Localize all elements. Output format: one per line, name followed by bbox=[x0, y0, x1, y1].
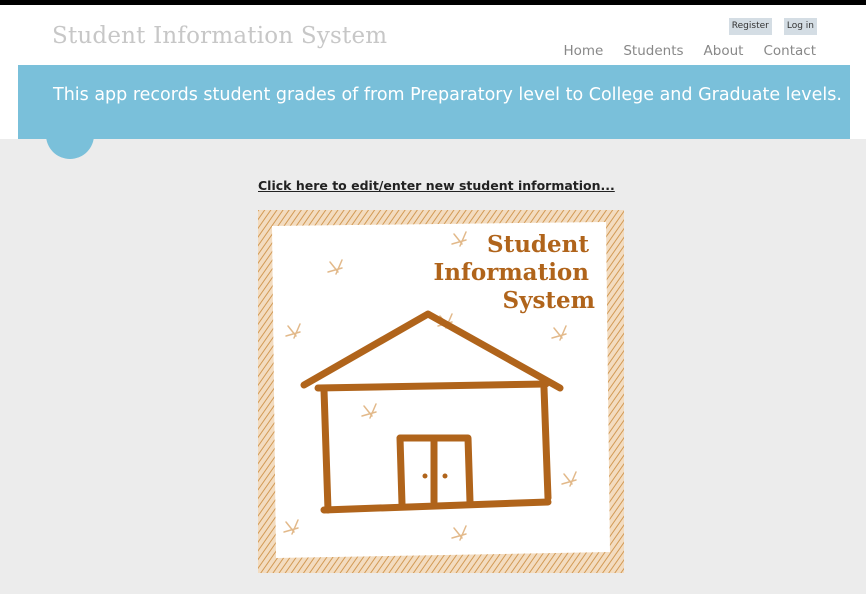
nav-about[interactable]: About bbox=[704, 43, 744, 59]
house-left-wall bbox=[320, 386, 332, 514]
site-title[interactable]: Student Information System bbox=[52, 23, 387, 49]
auth-links: Register Log in bbox=[728, 18, 817, 35]
featured-banner: This app records student grades of from … bbox=[18, 65, 850, 139]
edit-student-link[interactable]: Click here to edit/enter new student inf… bbox=[258, 178, 615, 193]
house-right-wall bbox=[540, 384, 552, 502]
student-information-system-logo: Student Information System bbox=[258, 210, 624, 573]
logo-text-line-2: Information bbox=[434, 259, 590, 286]
banner-text: This app records student grades of from … bbox=[53, 85, 842, 105]
nav-home[interactable]: Home bbox=[563, 43, 603, 59]
door-knob-right bbox=[442, 473, 448, 479]
nav-students[interactable]: Students bbox=[623, 43, 683, 59]
logo-text-line-3: System bbox=[502, 287, 595, 314]
house-eaves bbox=[314, 380, 550, 392]
register-link[interactable]: Register bbox=[728, 18, 772, 35]
banner-decoration-circle bbox=[46, 111, 94, 159]
main-nav: Home Students About Contact bbox=[543, 43, 816, 59]
nav-contact[interactable]: Contact bbox=[763, 43, 816, 59]
login-link[interactable]: Log in bbox=[783, 18, 817, 35]
logo-text-line-1: Student bbox=[487, 231, 589, 258]
door-knob-left bbox=[422, 473, 428, 479]
